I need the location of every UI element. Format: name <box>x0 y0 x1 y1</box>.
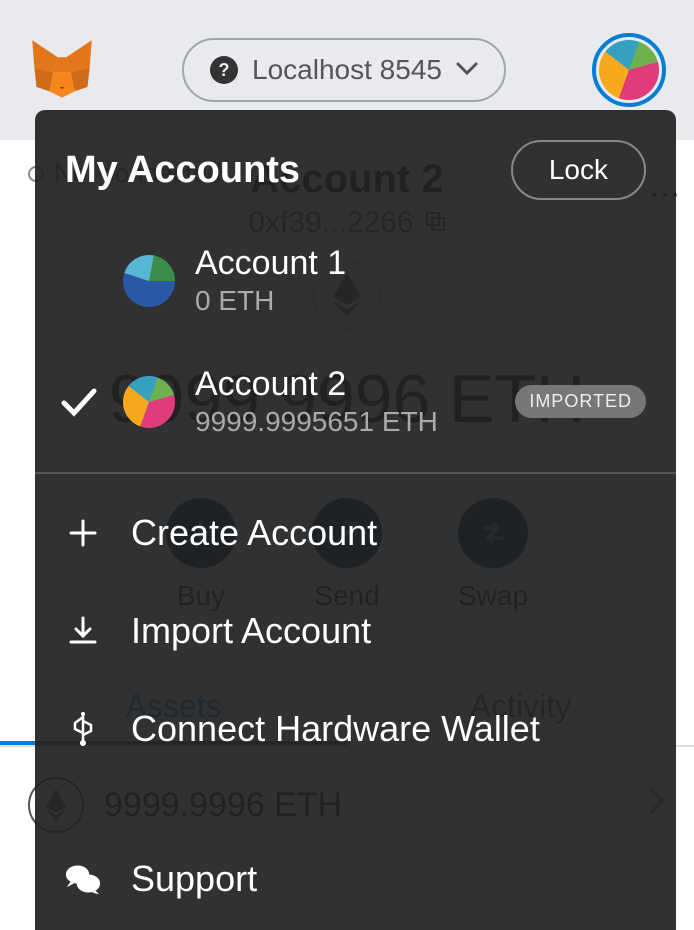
account-item-2[interactable]: Account 2 9999.9995651 ETH IMPORTED <box>35 341 676 462</box>
accounts-menu-title: My Accounts <box>65 149 300 192</box>
account-avatar-icon <box>123 376 175 428</box>
question-icon: ? <box>210 56 238 84</box>
network-label: Localhost 8545 <box>252 54 442 86</box>
account-name-label: Account 1 <box>195 244 646 283</box>
import-account-label: Import Account <box>131 610 371 652</box>
account-balance-label: 9999.9995651 ETH <box>195 406 495 438</box>
connect-hardware-label: Connect Hardware Wallet <box>131 708 540 750</box>
chat-icon <box>65 862 101 896</box>
import-account-button[interactable]: Import Account <box>35 582 676 680</box>
check-icon <box>60 387 98 417</box>
account-selected-indicator <box>55 387 103 417</box>
create-account-button[interactable]: Create Account <box>35 484 676 582</box>
imported-badge: IMPORTED <box>515 385 646 418</box>
accounts-menu: My Accounts Lock Account 1 0 ETH Account… <box>35 110 676 930</box>
network-selector[interactable]: ? Localhost 8545 <box>182 38 506 102</box>
account-item-1[interactable]: Account 1 0 ETH <box>35 220 676 341</box>
avatar-icon <box>599 40 659 100</box>
support-button[interactable]: Support <box>35 818 676 930</box>
usb-icon <box>65 711 101 747</box>
divider <box>35 472 676 474</box>
import-icon <box>65 615 101 647</box>
create-account-label: Create Account <box>131 512 377 554</box>
metamask-logo <box>28 36 96 104</box>
account-name-label: Account 2 <box>195 365 495 404</box>
account-balance-label: 0 ETH <box>195 285 646 317</box>
account-avatar-button[interactable] <box>592 33 666 107</box>
plus-icon <box>65 517 101 549</box>
account-avatar-icon <box>123 255 175 307</box>
support-label: Support <box>131 858 257 900</box>
connect-hardware-button[interactable]: Connect Hardware Wallet <box>35 680 676 778</box>
lock-button[interactable]: Lock <box>511 140 646 200</box>
chevron-down-icon <box>456 62 478 79</box>
